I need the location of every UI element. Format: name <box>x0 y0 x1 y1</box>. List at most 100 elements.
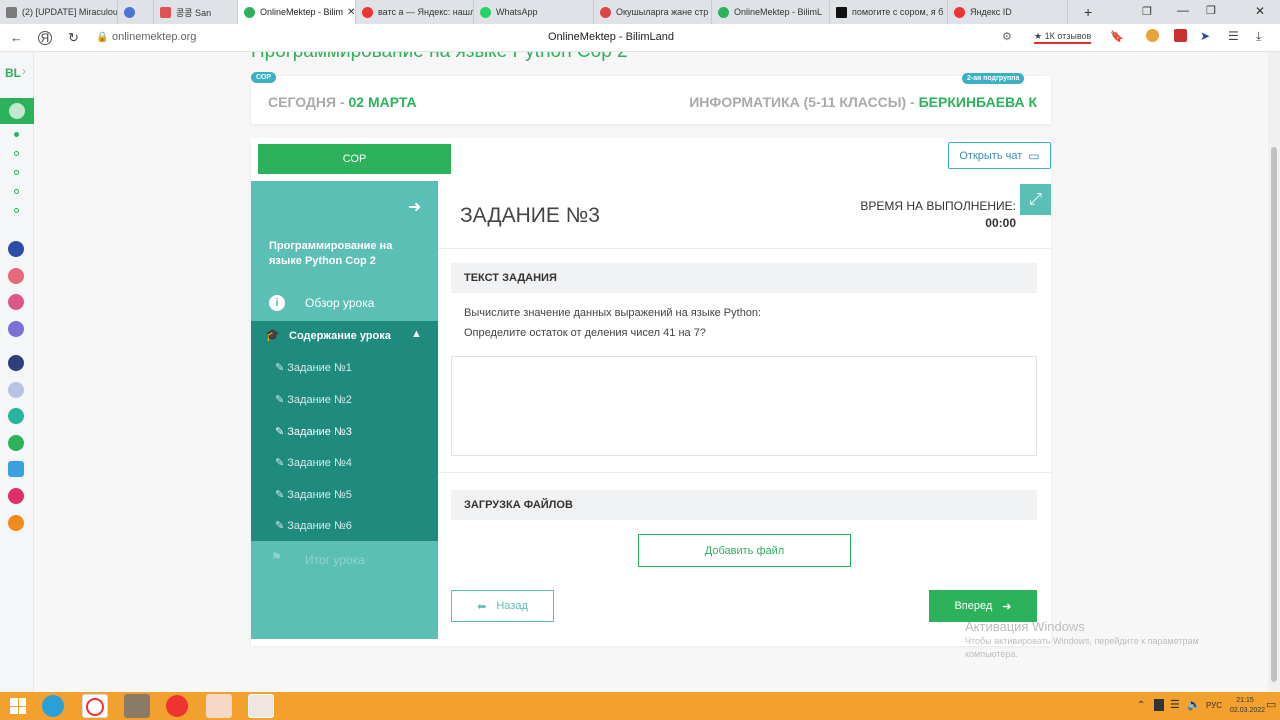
task-label: Задание №4 <box>287 457 352 469</box>
arrow-left-icon: ⬅ <box>477 600 487 613</box>
browser-tab[interactable]: WhatsApp <box>474 0 594 24</box>
app-icon[interactable] <box>124 694 150 718</box>
tab-favicon-icon <box>600 6 611 18</box>
browser-tab[interactable]: 콩콩 San <box>154 0 238 24</box>
browser-tab[interactable]: Окушыларга жане стр <box>594 0 712 24</box>
arrow-left-icon[interactable]: ➜ <box>408 197 421 217</box>
back-button[interactable]: ⬅ Назад <box>451 590 554 622</box>
sidebar-task-item[interactable]: ✎ Задание №5 <box>275 488 352 501</box>
task-label: Задание №6 <box>287 520 352 532</box>
sidebar-task-item-active[interactable]: ✎ Задание №3 <box>275 425 352 438</box>
reload-icon[interactable]: ↻ <box>68 30 79 46</box>
app-icon[interactable] <box>8 241 24 257</box>
sidebar-task-item[interactable]: ✎ Задание №2 <box>275 393 352 406</box>
edit-icon: ✎ <box>275 489 288 501</box>
rail-dot[interactable] <box>14 208 19 213</box>
maximize-icon[interactable]: ❐ <box>1206 4 1216 17</box>
open-chat-button[interactable]: Открыть чат ▭ <box>948 142 1051 169</box>
send-icon[interactable]: ➤ <box>1200 29 1210 43</box>
tab-sor[interactable]: СОР <box>258 144 451 174</box>
back-arrow-icon[interactable]: ← <box>10 30 23 45</box>
upload-header: ЗАГРУЗКА ФАЙЛОВ <box>451 490 1037 520</box>
subject-line: ИНФОРМАТИКА (5-11 КЛАССЫ) - БЕРКИНБАЕВА … <box>689 94 1037 110</box>
forward-button[interactable]: Вперед ➜ <box>929 590 1037 622</box>
tray-arrow-icon[interactable]: ⌃ <box>1137 700 1145 711</box>
app-icon[interactable] <box>8 488 24 504</box>
app-icon[interactable] <box>8 382 24 398</box>
url-field[interactable]: onlinemektep.org <box>112 31 196 43</box>
browser-tab[interactable]: OnlineMektep - BilimL <box>712 0 830 24</box>
rail-active-item[interactable] <box>0 98 34 124</box>
windows-start-icon[interactable] <box>10 698 26 714</box>
browser-tab[interactable]: помогите с сором, я б <box>830 0 948 24</box>
app-icon[interactable] <box>8 321 24 337</box>
telegram-icon[interactable] <box>42 695 64 717</box>
yandex-icon[interactable] <box>166 695 188 717</box>
edit-icon: ✎ <box>275 362 288 374</box>
scrollbar-thumb[interactable] <box>1271 147 1277 682</box>
notification-icon[interactable]: ▭ <box>1266 698 1276 711</box>
page-title-bar: OnlineMektep - BilimLand <box>548 31 674 43</box>
sidebar-task-item[interactable]: ✎ Задание №6 <box>275 519 352 532</box>
clock[interactable]: 21:15 02.03.2022 <box>1230 696 1265 716</box>
browser-tab[interactable]: ватс а — Яндекс: нашл <box>356 0 474 24</box>
app-icon[interactable] <box>248 694 274 718</box>
close-icon[interactable]: ✕ <box>343 7 355 18</box>
sidebar-item-summary[interactable]: ⚑ Итог урока <box>251 547 438 577</box>
extension-icon[interactable] <box>1174 29 1187 42</box>
rail-logo[interactable]: BL <box>5 66 21 80</box>
sidebar-course-title: Программирование на языке Python Сор 2 <box>269 240 393 267</box>
app-icon[interactable] <box>8 355 24 371</box>
tab-favicon-icon <box>836 6 847 18</box>
menu-icon[interactable]: ☰ <box>1228 29 1239 43</box>
wifi-icon[interactable]: ☰ <box>1170 698 1180 711</box>
scrollbar[interactable] <box>1268 52 1280 692</box>
app-icon[interactable] <box>8 268 24 284</box>
browser-tab[interactable]: Яндекс ID <box>948 0 1068 24</box>
volume-icon[interactable]: 🔈 <box>1187 698 1201 711</box>
language-indicator[interactable]: РУС <box>1206 701 1222 710</box>
yandex-icon[interactable]: Я <box>38 31 52 45</box>
browser-tab[interactable] <box>118 0 154 24</box>
expand-icon[interactable]: ⤢ <box>1020 184 1051 215</box>
reviews-badge[interactable]: ★ 1К отзывов <box>1034 31 1092 44</box>
app-icon[interactable] <box>8 294 24 310</box>
battery-icon[interactable] <box>1154 699 1164 711</box>
chevron-right-icon[interactable]: › <box>22 64 26 78</box>
task-text-header: ТЕКСТ ЗАДАНИЯ <box>451 263 1037 293</box>
app-icon[interactable] <box>8 515 24 531</box>
rail-dot[interactable] <box>14 132 19 137</box>
left-rail: BL › <box>0 52 34 692</box>
extension-icon[interactable]: ⚙ <box>1002 30 1012 43</box>
rail-dot[interactable] <box>14 151 19 156</box>
activation-text: Чтобы активировать Windows, перейдите к … <box>965 636 1199 659</box>
sidebar-task-item[interactable]: ✎ Задание №4 <box>275 456 352 469</box>
window-close-icon[interactable]: ✕ <box>1255 4 1265 18</box>
app-icon[interactable] <box>8 435 24 451</box>
sidebar-item-overview[interactable]: i Обзор урока <box>251 291 438 321</box>
windows-taskbar: ⌃ ☰ 🔈 РУС 21:15 02.03.2022 ▭ <box>0 692 1280 720</box>
extension-icon[interactable] <box>1146 29 1159 42</box>
app-icon[interactable] <box>206 694 232 718</box>
answer-textarea[interactable] <box>451 356 1037 456</box>
rail-dot[interactable] <box>14 170 19 175</box>
add-file-button[interactable]: Добавить файл <box>638 534 851 567</box>
edit-icon: ✎ <box>275 457 288 469</box>
bookmark-icon[interactable]: 🔖 <box>1110 30 1124 43</box>
download-icon[interactable]: ⤓ <box>1256 29 1261 44</box>
tab-favicon-icon <box>480 6 491 18</box>
clock-time: 21:15 <box>1236 697 1254 704</box>
app-icon[interactable] <box>8 408 24 424</box>
rail-dot[interactable] <box>14 189 19 194</box>
browser-tab-active[interactable]: OnlineMektep - Bilim ✕ <box>238 0 356 24</box>
tab-label: ватс а — Яндекс: нашл <box>378 7 474 17</box>
yandex-browser-icon[interactable] <box>82 694 108 718</box>
sidebar-task-item[interactable]: ✎ Задание №1 <box>275 361 352 374</box>
minimize-icon[interactable]: — <box>1177 3 1189 17</box>
tabs-menu-icon[interactable]: ❐ <box>1142 5 1152 18</box>
browser-tab[interactable]: (2) [UPDATE] Miraculou <box>0 0 118 24</box>
new-tab-icon[interactable]: + <box>1084 4 1092 20</box>
app-icon[interactable] <box>8 461 24 477</box>
tab-label: OnlineMektep - Bilim <box>260 7 344 17</box>
sidebar-item-content[interactable]: 🎓 Содержание урока ▲ <box>251 321 438 351</box>
